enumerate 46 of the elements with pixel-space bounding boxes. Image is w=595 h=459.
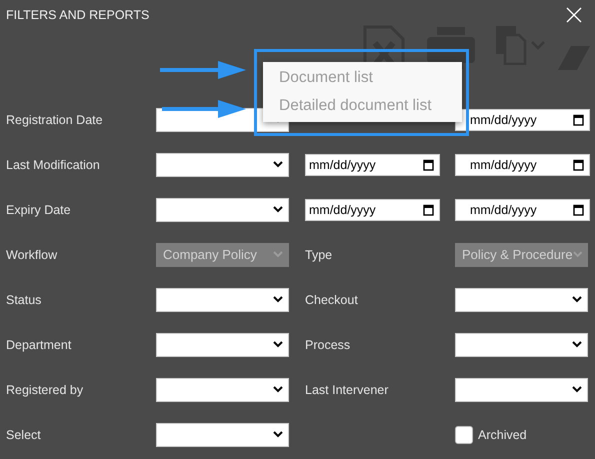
checkbox-label: Archived bbox=[478, 428, 527, 442]
field-label: Last Intervener bbox=[305, 382, 388, 396]
dropdown[interactable] bbox=[455, 378, 588, 402]
chevron-icon bbox=[572, 386, 582, 393]
field-label: Department bbox=[6, 338, 72, 352]
chevron-icon bbox=[273, 296, 283, 303]
dropdown[interactable] bbox=[156, 422, 289, 446]
field-label: Registered by bbox=[6, 382, 84, 396]
date-field[interactable]: mm/dd/yyyy bbox=[305, 154, 440, 176]
dropdown[interactable] bbox=[156, 378, 289, 402]
field-label: Checkout bbox=[305, 292, 358, 306]
field-label: Registration Date bbox=[6, 112, 103, 126]
chevron-icon bbox=[572, 296, 582, 303]
chevron-icon bbox=[273, 386, 283, 393]
dropdown[interactable] bbox=[156, 152, 289, 176]
calendar-icon bbox=[573, 204, 584, 216]
chevron-icon bbox=[572, 341, 582, 348]
checkbox[interactable] bbox=[455, 426, 473, 444]
date-field[interactable]: mm/dd/yyyy bbox=[455, 154, 590, 176]
field-label: Select bbox=[6, 428, 41, 442]
close-icon[interactable] bbox=[566, 7, 582, 23]
date-field[interactable]: mm/dd/yyyy bbox=[455, 108, 590, 130]
chevron-icon bbox=[572, 251, 582, 258]
field-label: Process bbox=[305, 338, 350, 352]
calendar-icon bbox=[573, 158, 584, 170]
dropdown[interactable] bbox=[156, 332, 289, 356]
calendar-icon bbox=[573, 114, 584, 126]
chevron-icon bbox=[273, 161, 283, 168]
dropdown[interactable] bbox=[455, 288, 588, 312]
chevron-icon bbox=[273, 206, 283, 213]
field-label: Status bbox=[6, 292, 42, 306]
chevron-icon bbox=[273, 431, 283, 438]
dropdown[interactable] bbox=[156, 288, 289, 312]
date-field[interactable]: mm/dd/yyyy bbox=[305, 198, 440, 220]
dropdown[interactable] bbox=[455, 332, 588, 356]
date-field[interactable]: mm/dd/yyyy bbox=[455, 198, 590, 220]
dialog-title: FILTERS AND REPORTS bbox=[6, 8, 150, 22]
field-label: Expiry Date bbox=[6, 202, 71, 216]
dropdown[interactable] bbox=[156, 198, 289, 222]
field-label: Type bbox=[305, 248, 332, 262]
calendar-icon bbox=[423, 158, 434, 170]
calendar-icon bbox=[423, 204, 434, 216]
field-label: Workflow bbox=[6, 248, 58, 262]
chevron-icon bbox=[273, 341, 283, 348]
chevron-icon bbox=[273, 251, 283, 258]
field-label: Last Modification bbox=[6, 158, 100, 172]
